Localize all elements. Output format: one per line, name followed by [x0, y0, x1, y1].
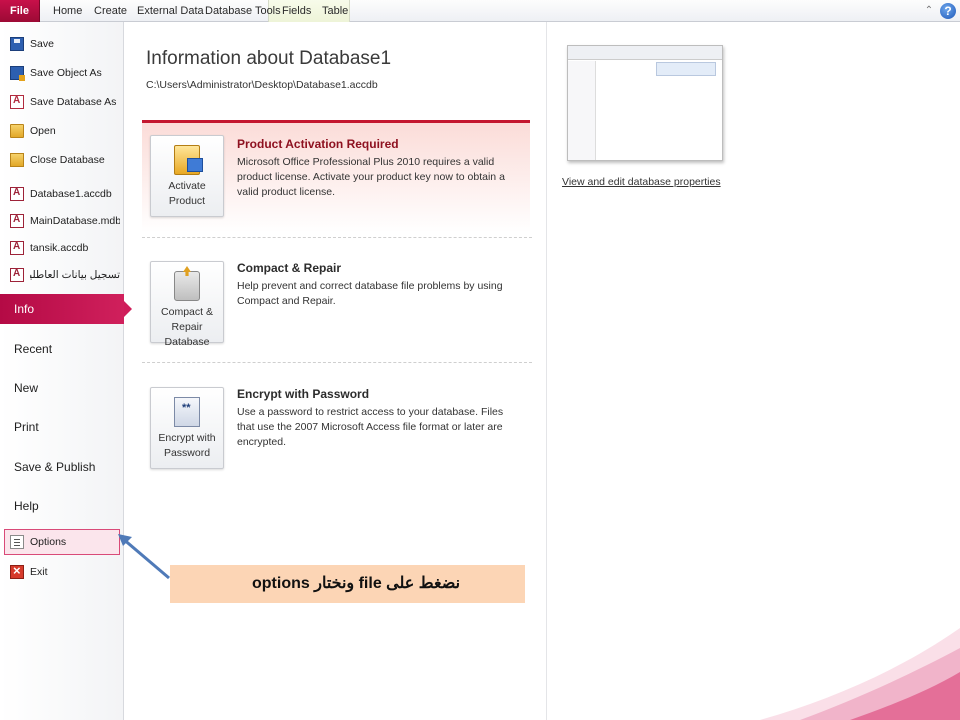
exit-icon — [10, 563, 24, 579]
nav-info[interactable]: Info — [0, 294, 132, 324]
nav-exit-label: Exit — [30, 566, 48, 578]
backstage-nav: Save Save Object As Save Database As Ope… — [0, 22, 132, 720]
view-edit-properties-link[interactable]: View and edit database properties — [562, 176, 721, 188]
save-icon — [10, 37, 24, 51]
open-folder-icon — [10, 124, 24, 138]
nav-save-publish[interactable]: Save & Publish — [0, 452, 124, 482]
tab-database-tools[interactable]: Database Tools — [203, 0, 283, 22]
recent-file-item[interactable]: Database1.accdb — [6, 182, 120, 206]
activate-product-button[interactable]: Activate Product — [150, 135, 224, 217]
info-pane: Information about Database1 C:\Users\Adm… — [124, 22, 960, 720]
compact-label-1: Compact & — [161, 306, 213, 318]
nav-new[interactable]: New — [0, 373, 124, 403]
nav-close-database-label: Close Database — [30, 154, 105, 166]
encrypt-description: Use a password to restrict access to you… — [237, 406, 504, 448]
compact-repair-icon — [174, 271, 200, 301]
nav-help[interactable]: Help — [0, 491, 124, 521]
nav-save-label: Save — [30, 38, 54, 50]
activate-product-icon — [174, 145, 203, 175]
recent-file-label: تسجيل بيانات العاطلين.mdb — [30, 269, 120, 281]
ribbon-bar: File Home Create External Data Database … — [0, 0, 960, 22]
tab-external-data[interactable]: External Data — [135, 0, 206, 22]
nav-print[interactable]: Print — [0, 412, 124, 442]
recent-file-item[interactable]: MainDatabase.mdb — [6, 209, 120, 233]
column-divider — [546, 22, 547, 720]
tab-home[interactable]: Home — [51, 0, 84, 22]
nav-close-database[interactable]: Close Database — [6, 148, 120, 172]
recent-file-item[interactable]: تسجيل بيانات العاطلين.mdb — [6, 263, 120, 287]
compact-label-2: Repair Database — [164, 321, 210, 348]
section-divider — [142, 237, 532, 238]
close-database-icon — [10, 153, 24, 167]
nav-save-object-as[interactable]: Save Object As — [6, 61, 120, 85]
options-icon — [10, 535, 24, 549]
nav-save-database-as-label: Save Database As — [30, 96, 117, 108]
encrypt-label-1: Encrypt with — [158, 432, 216, 444]
activation-section: Activate Product Product Activation Requ… — [142, 120, 530, 238]
callout-arrow-icon — [118, 534, 170, 580]
encrypt-label-2: Password — [163, 447, 211, 459]
nav-open-label: Open — [30, 125, 56, 137]
activate-label-2: Product — [168, 195, 206, 207]
page-title: Information about Database1 — [146, 48, 392, 69]
help-icon[interactable]: ? — [940, 3, 956, 19]
compact-repair-button[interactable]: Compact & Repair Database — [150, 261, 224, 348]
thumbnail-sidebar — [568, 61, 596, 160]
compact-title: Compact & Repair — [237, 261, 342, 275]
compact-description: Help prevent and correct database file p… — [237, 280, 503, 307]
activation-description: Microsoft Office Professional Plus 2010 … — [237, 156, 505, 198]
nav-save-object-as-label: Save Object As — [30, 67, 102, 79]
tab-fields[interactable]: Fields — [280, 0, 313, 22]
recent-file-item[interactable]: tansik.accdb — [6, 236, 120, 260]
activation-title: Product Activation Required — [237, 137, 399, 151]
nav-options[interactable]: Options — [6, 530, 120, 554]
ribbon-right-icons: ⌃ ? — [922, 2, 956, 20]
activate-label-1: Activate — [168, 180, 206, 192]
nav-recent[interactable]: Recent — [0, 334, 124, 364]
nav-open[interactable]: Open — [6, 119, 120, 143]
access-file-icon — [10, 268, 24, 282]
recent-file-label: tansik.accdb — [30, 242, 89, 254]
thumbnail-grid — [656, 62, 716, 76]
section-divider — [142, 362, 532, 363]
access-file-icon — [10, 241, 24, 255]
save-object-as-icon — [10, 66, 25, 81]
encrypt-title: Encrypt with Password — [237, 387, 370, 401]
nav-options-label: Options — [30, 536, 67, 548]
instruction-callout: نضغط على file ونختار options — [170, 565, 525, 603]
encrypt-password-button[interactable]: Encrypt with Password — [150, 387, 224, 469]
nav-save[interactable]: Save — [6, 32, 120, 56]
nav-exit[interactable]: Exit — [6, 560, 120, 584]
nav-save-database-as[interactable]: Save Database As — [6, 90, 120, 114]
encrypt-password-icon — [174, 397, 200, 427]
encrypt-section: Encrypt with Password Encrypt with Passw… — [142, 382, 530, 482]
recent-file-label: MainDatabase.mdb — [30, 215, 120, 227]
tab-create[interactable]: Create — [92, 0, 129, 22]
access-file-icon — [10, 187, 24, 201]
save-database-as-icon — [10, 95, 24, 109]
decorative-swirl-icon — [760, 628, 960, 720]
access-file-icon — [10, 214, 24, 228]
recent-file-label: Database1.accdb — [30, 188, 112, 200]
thumbnail-ribbon — [568, 46, 722, 60]
instruction-callout-text: نضغط على file ونختار options — [252, 575, 461, 592]
compact-section: Compact & Repair Database Compact & Repa… — [142, 256, 530, 356]
tab-table[interactable]: Table — [320, 0, 350, 22]
database-path: C:\Users\Administrator\Desktop\Database1… — [146, 79, 378, 91]
database-thumbnail[interactable] — [567, 45, 723, 161]
minimize-ribbon-icon[interactable]: ⌃ — [922, 4, 936, 18]
tab-file[interactable]: File — [0, 0, 40, 22]
